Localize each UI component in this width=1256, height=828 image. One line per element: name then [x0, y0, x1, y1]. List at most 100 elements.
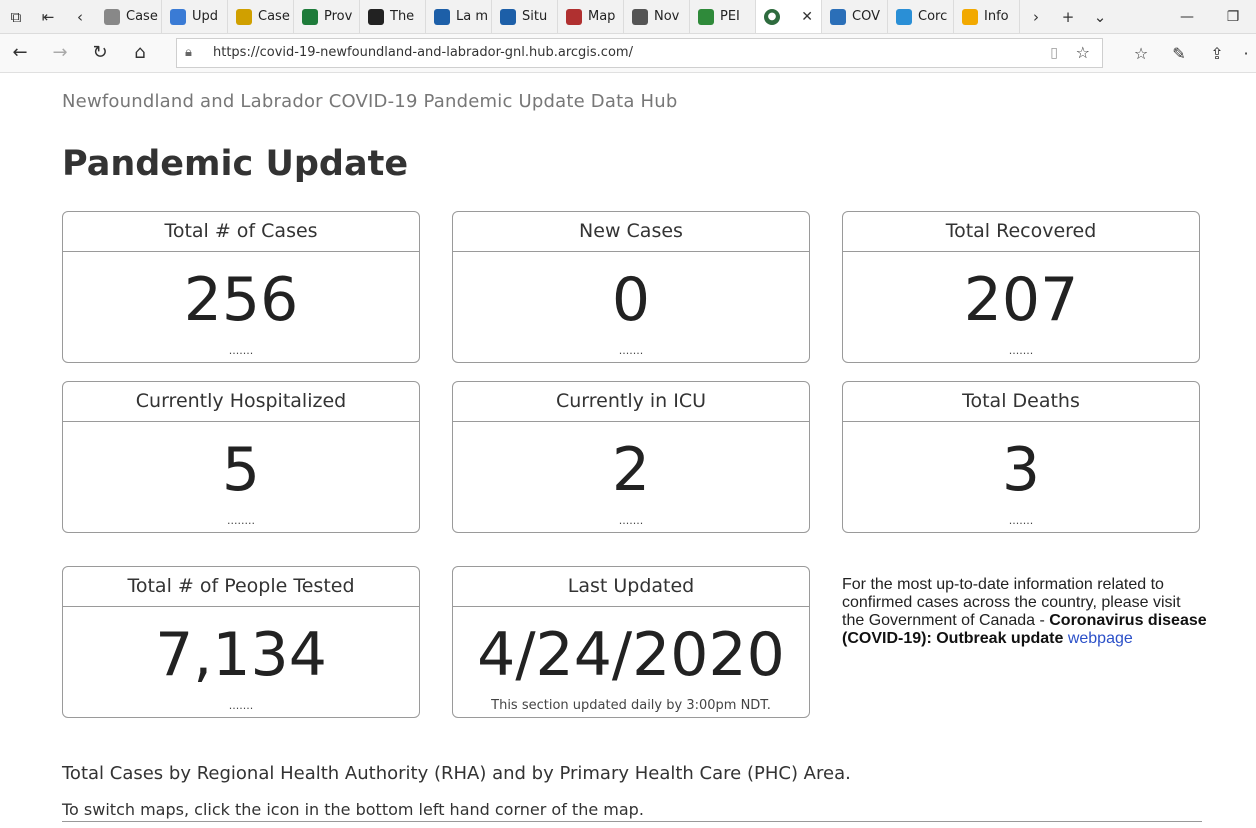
webpage-link[interactable]: webpage [1068, 630, 1133, 647]
card-deaths: Total Deaths 3 ....... [842, 381, 1200, 533]
card-total-recovered: Total Recovered 207 ....... [842, 211, 1200, 363]
scroll-tabs-right-icon[interactable]: › [1020, 0, 1052, 33]
tab-before-2[interactable]: Case [228, 0, 294, 33]
refresh-icon[interactable]: ↻ [88, 42, 112, 64]
more-icon[interactable]: · [1236, 44, 1256, 63]
tab-after-2[interactable]: Info [954, 0, 1020, 33]
card-label: Currently Hospitalized [63, 382, 419, 422]
card-footer: ....... [228, 699, 254, 712]
tab-favicon-icon [632, 8, 648, 25]
lock-icon: 🔒︎ [185, 45, 192, 60]
card-footer: ........ [227, 514, 255, 527]
card-icu: Currently in ICU 2 ....... [452, 381, 810, 533]
tab-label: Nov [654, 9, 680, 24]
tab-favicon-icon [962, 8, 978, 25]
tab-bar: ⧉ ⇤ ‹ Case Upd Case Prov The La m Situ Map Nov PE… [0, 0, 1256, 34]
url-text: https://covid-19-newfoundland-and-labrad… [213, 45, 633, 60]
tab-label: Situ [522, 9, 548, 24]
card-footer: ....... [618, 344, 644, 357]
card-value: 7,134 [155, 620, 327, 690]
forward-icon[interactable]: → [48, 42, 72, 64]
card-new-cases: New Cases 0 ....... [452, 211, 810, 363]
tab-favicon-icon [302, 8, 318, 25]
restore-icon[interactable]: ❐ [1210, 0, 1256, 33]
card-label: Total Recovered [843, 212, 1199, 252]
card-label: Total # of People Tested [63, 567, 419, 607]
switch-maps-text: To switch maps, click the icon in the bo… [62, 800, 644, 819]
card-label: Last Updated [453, 567, 809, 607]
tab-before-3[interactable]: Prov [294, 0, 360, 33]
tab-label: Upd [192, 9, 219, 24]
tab-before-9[interactable]: PEI [690, 0, 756, 33]
card-label: Total # of Cases [63, 212, 419, 252]
minimize-icon[interactable]: — [1164, 0, 1210, 33]
card-value: 5 [221, 435, 261, 505]
tab-label: Map [588, 9, 616, 24]
card-label: Currently in ICU [453, 382, 809, 422]
card-total-cases: Total # of Cases 256 ....... [62, 211, 420, 363]
card-footer: This section updated daily by 3:00pm NDT… [491, 698, 771, 713]
tab-active[interactable]: ● ✕ [756, 0, 822, 33]
tab-label: Info [984, 9, 1009, 24]
card-label: Total Deaths [843, 382, 1199, 422]
tab-favicon-icon [500, 8, 516, 25]
tab-favicon-icon [896, 8, 912, 25]
divider [62, 821, 1202, 822]
card-value: 4/24/2020 [477, 620, 785, 690]
card-hospitalized: Currently Hospitalized 5 ........ [62, 381, 420, 533]
favorite-star-icon[interactable]: ☆ [1076, 39, 1090, 67]
tab-before-5[interactable]: La m [426, 0, 492, 33]
card-last-updated: Last Updated 4/24/2020 This section upda… [452, 566, 810, 718]
home-icon[interactable]: ⌂ [128, 42, 152, 64]
card-value: 0 [611, 265, 651, 335]
tab-actions-icon[interactable]: ⧉ [0, 0, 32, 33]
favorites-icon[interactable]: ☆ [1122, 44, 1160, 63]
page-title: Pandemic Update [62, 144, 409, 184]
reading-view-icon[interactable]: ▯ [1050, 39, 1058, 67]
tab-favicon-icon [170, 8, 186, 25]
address-bar: ← → ↻ ⌂ 🔒︎ https://covid-19-newfoundland… [0, 34, 1256, 73]
tab-before-4[interactable]: The [360, 0, 426, 33]
tab-label: Case [126, 9, 158, 24]
card-value: 256 [183, 265, 299, 335]
new-tab-icon[interactable]: + [1052, 0, 1084, 33]
url-field[interactable]: 🔒︎ https://covid-19-newfoundland-and-lab… [176, 38, 1103, 68]
card-footer: ....... [1008, 344, 1034, 357]
tab-label: PEI [720, 9, 740, 24]
tab-after-1[interactable]: Corc [888, 0, 954, 33]
tab-before-0[interactable]: Case [96, 0, 162, 33]
tab-before-6[interactable]: Situ [492, 0, 558, 33]
back-icon[interactable]: ← [8, 42, 32, 64]
tab-favicon-icon [104, 8, 120, 25]
tab-favicon-icon [236, 8, 252, 25]
card-footer: ....... [1008, 514, 1034, 527]
tab-favicon-icon [434, 8, 450, 25]
pen-icon[interactable]: ✎ [1160, 44, 1198, 63]
tab-favicon-icon [368, 8, 384, 25]
tab-favicon-icon [698, 8, 714, 25]
tab-favicon-icon [566, 8, 582, 25]
tab-before-1[interactable]: Upd [162, 0, 228, 33]
tab-label: COV [852, 9, 880, 24]
set-aside-tabs-icon[interactable]: ⇤ [32, 0, 64, 33]
tab-label: La m [456, 9, 489, 24]
info-paragraph: For the most up-to-date information rela… [842, 576, 1207, 648]
tab-favicon-icon [830, 8, 846, 25]
scroll-tabs-left-icon[interactable]: ‹ [64, 0, 96, 33]
card-value: 2 [611, 435, 651, 505]
tab-label: Corc [918, 9, 948, 24]
card-footer: ....... [618, 514, 644, 527]
share-icon[interactable]: ⇪ [1198, 44, 1236, 63]
tab-list-icon[interactable]: ⌄ [1084, 0, 1116, 33]
card-value: 207 [963, 265, 1079, 335]
tab-after-0[interactable]: COV [822, 0, 888, 33]
card-label: New Cases [453, 212, 809, 252]
globe-icon: ● [764, 8, 780, 25]
rha-heading: Total Cases by Regional Health Authority… [62, 763, 851, 784]
tab-before-8[interactable]: Nov [624, 0, 690, 33]
card-footer: ....... [228, 344, 254, 357]
card-value: 3 [1001, 435, 1041, 505]
tab-before-7[interactable]: Map [558, 0, 624, 33]
tab-label: The [390, 9, 415, 24]
close-tab-icon[interactable]: ✕ [801, 9, 813, 25]
